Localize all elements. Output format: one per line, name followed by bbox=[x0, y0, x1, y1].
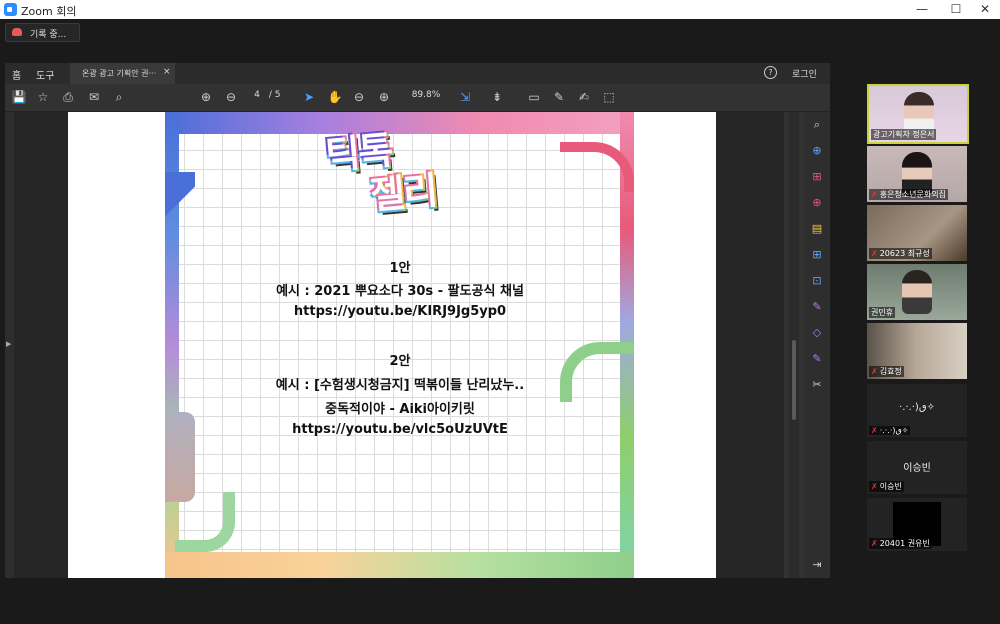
muted-mic-icon: ✗ bbox=[871, 249, 878, 258]
scrollbar-thumb[interactable] bbox=[792, 340, 796, 420]
participant-tile[interactable]: ✗ 20623 최규성 bbox=[867, 205, 967, 261]
shared-pdf-window: 홈 도구 온광 광고 기획안 권··· × ? 로그인 💾 ☆ ⎙ ✉ ⌕ ⊕ … bbox=[5, 63, 830, 578]
create-pdf-icon[interactable]: ⊕ bbox=[810, 144, 824, 158]
protect-shield-icon[interactable]: ◇ bbox=[810, 326, 824, 340]
scan-icon[interactable]: ⊡ bbox=[810, 274, 824, 288]
close-button[interactable]: ✕ bbox=[970, 0, 1000, 19]
close-tab-icon[interactable]: × bbox=[163, 67, 171, 77]
bookmark-star-icon[interactable]: ☆ bbox=[35, 89, 51, 105]
logo-line-2: 젤리 bbox=[368, 168, 439, 218]
more-tools-icon[interactable]: ✂ bbox=[810, 378, 824, 392]
zoom-search-icon[interactable]: ⌕ bbox=[111, 89, 127, 105]
pdf-page: 틱톡 젤리 1안 예시 : 2021 뿌요소다 30s - 팔도공식 채널 ht… bbox=[68, 112, 716, 578]
scroll-mode-icon[interactable]: ⇟ bbox=[489, 89, 505, 105]
participant-name: ✗ ·.·.·)ٯ✧ bbox=[869, 426, 911, 435]
participant-name: 광고기획자 정은서 bbox=[871, 129, 937, 140]
option-2-example: 예시 : [수험생시청금지] 떡볶이들 난리났누.. bbox=[275, 378, 525, 393]
zoom-in-icon[interactable]: ⊕ bbox=[376, 89, 392, 105]
participant-tile[interactable]: 광고기획자 정은서 bbox=[867, 84, 969, 144]
participant-video bbox=[902, 270, 932, 314]
search-icon[interactable]: ⌕ bbox=[810, 118, 824, 132]
export-pdf-icon[interactable]: ⊕ bbox=[810, 196, 824, 210]
participant-display-name: 이승빈 bbox=[903, 463, 931, 474]
save-icon[interactable]: 💾 bbox=[11, 89, 27, 105]
option-2-heading: 2안 bbox=[389, 354, 411, 369]
participant-name: ✗ 김효정 bbox=[869, 366, 904, 377]
fill-sign-icon[interactable]: ✎ bbox=[810, 300, 824, 314]
stamp-icon[interactable]: ⬚ bbox=[601, 89, 617, 105]
tiktok-jelly-logo: 틱톡 젤리 bbox=[320, 116, 480, 218]
recording-indicator[interactable]: 기록 중... bbox=[5, 23, 80, 42]
left-panel-toggle[interactable]: ▶ bbox=[5, 112, 14, 578]
window-titlebar: Zoom 회의 — ☐ ✕ bbox=[0, 0, 1000, 19]
combine-files-icon[interactable]: ⊞ bbox=[810, 248, 824, 262]
pdf-tab-bar: 홈 도구 온광 광고 기획안 권··· × ? 로그인 bbox=[5, 63, 830, 84]
expand-left-icon: ▶ bbox=[6, 340, 12, 348]
pdf-toolbar: 💾 ☆ ⎙ ✉ ⌕ ⊕ ⊖ 4 / 5 ➤ ✋ ⊖ ⊕ 89.8% ⇲ ⇟ ▭ … bbox=[5, 84, 830, 112]
maximize-button[interactable]: ☐ bbox=[941, 0, 971, 19]
participant-tile[interactable]: 이승빈 ✗ 이승빈 bbox=[867, 441, 967, 494]
organize-pages-icon[interactable]: ⊞ bbox=[810, 170, 824, 184]
slide-canvas: 틱톡 젤리 1안 예시 : 2021 뿌요소다 30s - 팔도공식 채널 ht… bbox=[165, 112, 634, 578]
tab-document[interactable]: 온광 광고 기획안 권··· × bbox=[70, 63, 175, 84]
participant-name: 권민휴 bbox=[869, 307, 896, 318]
tab-tools[interactable]: 도구 bbox=[36, 67, 54, 82]
window-title: Zoom 회의 bbox=[21, 5, 77, 18]
muted-mic-icon: ✗ bbox=[871, 539, 878, 548]
frame-bottom bbox=[165, 552, 634, 578]
page-number-input[interactable]: 4 bbox=[248, 90, 266, 100]
muted-mic-icon: ✗ bbox=[871, 482, 878, 491]
zoom-level[interactable]: 89.8% bbox=[404, 90, 448, 100]
fit-page-icon[interactable]: ⇲ bbox=[457, 89, 473, 105]
participant-tile[interactable]: ·.·.·)ٯ✧ ✗ ·.·.·)ٯ✧ bbox=[867, 384, 967, 437]
page-indicator: 4 / 5 bbox=[248, 90, 281, 100]
participant-name: ✗ 20401 권유빈 bbox=[869, 538, 932, 549]
vertical-scrollbar[interactable] bbox=[789, 112, 799, 578]
document-area[interactable]: 틱톡 젤리 1안 예시 : 2021 뿌요소다 30s - 팔도공식 채널 ht… bbox=[14, 112, 784, 578]
participant-tile[interactable]: 권민휴 bbox=[867, 264, 967, 320]
zoom-logo-icon bbox=[4, 3, 17, 16]
highlight-pen-icon[interactable]: ✎ bbox=[551, 89, 567, 105]
zoom-out-icon[interactable]: ⊖ bbox=[351, 89, 367, 105]
recording-label: 기록 중... bbox=[30, 30, 67, 40]
participant-tile[interactable]: ✗ 20401 권유빈 bbox=[867, 498, 967, 551]
mail-icon[interactable]: ✉ bbox=[86, 89, 102, 105]
minimize-button[interactable]: — bbox=[907, 0, 937, 19]
document-tab-label: 온광 광고 기획안 권··· bbox=[82, 69, 157, 78]
option-1-link: https://youtu.be/KIRJ9Jg5yp0 bbox=[293, 304, 507, 319]
participant-tile[interactable]: ✗ 김효정 bbox=[867, 323, 967, 379]
page-down-icon[interactable]: ⊖ bbox=[223, 89, 239, 105]
participant-name: ✗ 20623 최규성 bbox=[869, 248, 932, 259]
sign-icon[interactable]: ✍ bbox=[576, 89, 592, 105]
frame-bottom-left-arc bbox=[175, 492, 235, 552]
tab-home[interactable]: 홈 bbox=[12, 67, 21, 82]
print-icon[interactable]: ⎙ bbox=[60, 89, 76, 105]
cloud-record-icon bbox=[12, 28, 22, 36]
option-1-heading: 1안 bbox=[389, 261, 411, 276]
comment-icon[interactable]: ▭ bbox=[526, 89, 542, 105]
muted-mic-icon: ✗ bbox=[871, 190, 878, 199]
page-up-icon[interactable]: ⊕ bbox=[198, 89, 214, 105]
collapse-sidebar-icon[interactable]: ⇥ bbox=[810, 558, 824, 572]
muted-mic-icon: ✗ bbox=[871, 367, 878, 376]
tools-sidebar: ⌕ ⊕ ⊞ ⊕ ▤ ⊞ ⊡ ✎ ◇ ✎ ✂ ⇥ bbox=[804, 112, 830, 578]
select-cursor-icon[interactable]: ➤ bbox=[301, 89, 317, 105]
participant-display-name: ·.·.·)ٯ✧ bbox=[899, 402, 935, 413]
participant-name: ✗ 홍은청소년문화의집 bbox=[869, 189, 948, 200]
participant-name: ✗ 이승빈 bbox=[869, 481, 904, 492]
option-1-example: 예시 : 2021 뿌요소다 30s - 팔도공식 채널 bbox=[276, 284, 524, 299]
comment-tool-icon[interactable]: ▤ bbox=[810, 222, 824, 236]
option-2-link: https://youtu.be/vlc5oUzUVtE bbox=[292, 422, 508, 437]
option-2-channel: 중독적이야 - Aiki아이키릿 bbox=[325, 402, 475, 417]
participant-tile[interactable]: ✗ 홍은청소년문화의집 bbox=[867, 146, 967, 202]
frame-left-block bbox=[165, 412, 195, 502]
help-icon[interactable]: ? bbox=[764, 66, 777, 79]
login-button[interactable]: 로그인 bbox=[792, 67, 817, 80]
page-total: / 5 bbox=[268, 90, 281, 100]
frame-left-wedge bbox=[165, 172, 195, 252]
hand-tool-icon[interactable]: ✋ bbox=[327, 89, 343, 105]
muted-mic-icon: ✗ bbox=[871, 426, 878, 435]
edit-pen-icon[interactable]: ✎ bbox=[810, 352, 824, 366]
